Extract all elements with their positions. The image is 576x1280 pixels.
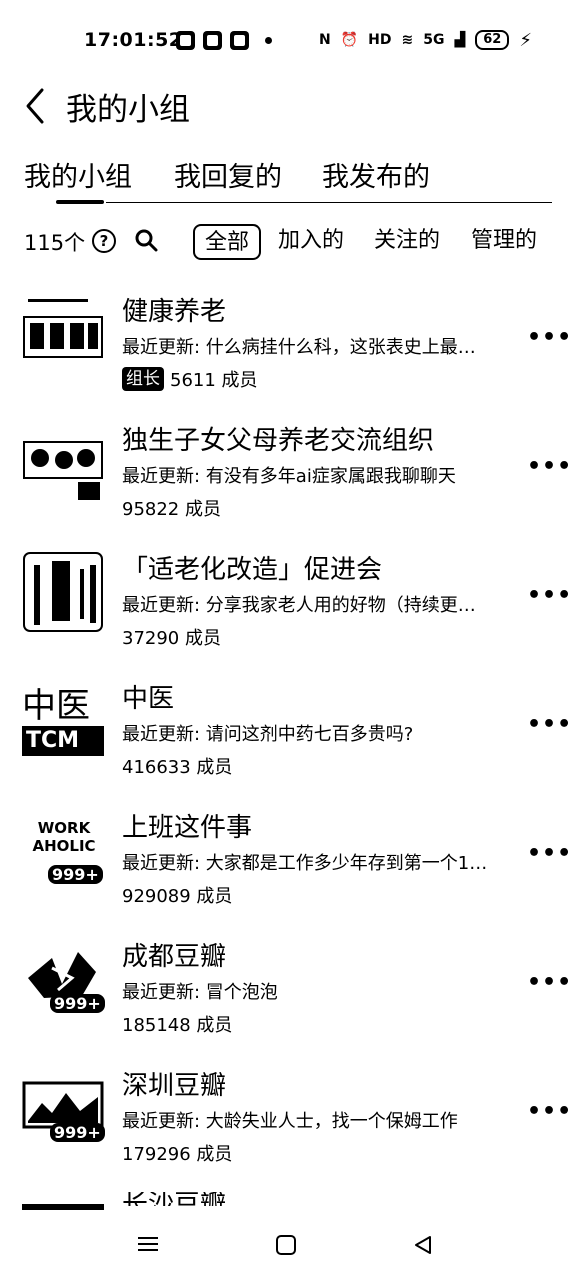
more-options-icon[interactable]: ••• xyxy=(527,714,572,736)
more-options-icon[interactable]: ••• xyxy=(527,843,572,865)
battery-icon: 62 xyxy=(475,30,510,50)
group-item[interactable]: 999+ 深圳豆瓣 最近更新: 大龄失业人士，找一个保姆工作 179296 成员… xyxy=(0,1059,576,1188)
system-icons: N ⏰ HD ≋ 5G ▟ 62 ⚡ xyxy=(319,30,532,51)
back-arrow-icon[interactable] xyxy=(22,86,50,126)
group-meta: 37290 成员 xyxy=(122,624,221,650)
group-avatar: 999+ xyxy=(22,1067,105,1149)
group-latest-update: 最近更新: 有没有多年ai症家属跟我聊聊天 xyxy=(122,466,456,487)
hd-icon: HD xyxy=(368,32,392,48)
notification-icons xyxy=(176,30,272,50)
group-item[interactable]: 「适老化改造」促进会 最近更新: 分享我家老人用的好物（持续更… 37290 成… xyxy=(0,543,576,672)
filter-joined[interactable]: 加入的 xyxy=(278,224,344,260)
page-title: 我的小组 xyxy=(66,92,190,128)
group-name: 健康养老 xyxy=(122,297,227,327)
group-meta: 组长 5611 成员 xyxy=(122,366,258,392)
alarm-icon: ⏰ xyxy=(340,32,359,48)
group-count: 115个 xyxy=(24,231,86,255)
group-avatar: WORK AHOLIC 999+ xyxy=(22,809,104,891)
group-item[interactable]: 中医 TCM 中医 最近更新: 请问这剂中药七百多贵吗? 416633 成员 •… xyxy=(0,672,576,801)
group-latest-update: 最近更新: 分享我家老人用的好物（持续更… xyxy=(122,595,476,616)
member-count: 5611 成员 xyxy=(170,370,258,391)
group-item[interactable]: 独生子女父母养老交流组织 最近更新: 有没有多年ai症家属跟我聊聊天 95822… xyxy=(0,414,576,543)
more-options-icon[interactable]: ••• xyxy=(527,585,572,607)
group-latest-update: 最近更新: 大龄失业人士，找一个保姆工作 xyxy=(122,1111,458,1132)
filter-followed[interactable]: 关注的 xyxy=(374,224,440,260)
role-badge: 组长 xyxy=(122,367,164,391)
tab-my-replies[interactable]: 我回复的 xyxy=(174,155,282,194)
tab-my-posts[interactable]: 我发布的 xyxy=(322,155,430,194)
group-latest-update: 最近更新: 冒个泡泡 xyxy=(122,982,278,1003)
more-options-icon[interactable]: ••• xyxy=(527,456,572,478)
more-options-icon[interactable]: ••• xyxy=(527,327,572,349)
status-time: 17:01:52 xyxy=(84,29,183,51)
group-avatar: 999+ xyxy=(22,938,105,1020)
group-avatar-partial xyxy=(22,1204,104,1210)
group-latest-update: 最近更新: 什么病挂什么科，这张表史上最… xyxy=(122,337,476,358)
member-count: 929089 成员 xyxy=(122,886,233,907)
group-name: 「适老化改造」促进会 xyxy=(122,555,383,585)
group-avatar xyxy=(23,441,103,500)
back-triangle-icon[interactable] xyxy=(412,1234,434,1256)
wifi-icon: ≋ xyxy=(401,32,414,48)
group-name: 中医 xyxy=(122,684,175,714)
group-meta: 185148 成员 xyxy=(122,1011,232,1037)
group-meta: 179296 成员 xyxy=(122,1140,232,1166)
tab-bar: 我的小组 我回复的 我发布的 xyxy=(0,155,576,207)
group-avatar: 中医 TCM xyxy=(22,680,104,762)
member-count: 179296 成员 xyxy=(122,1144,233,1165)
group-meta: 416633 成员 xyxy=(122,753,232,779)
help-question-icon[interactable]: ? xyxy=(92,229,116,253)
group-meta: 95822 成员 xyxy=(122,495,221,521)
app-notification-icon xyxy=(230,30,249,50)
group-name: 成都豆瓣 xyxy=(122,942,227,972)
header: 我的小组 xyxy=(0,80,576,130)
member-count: 416633 成员 xyxy=(122,757,233,778)
member-count: 95822 成员 xyxy=(122,499,221,520)
search-icon[interactable] xyxy=(134,228,160,254)
filter-bar: 115个 ? 全部 加入的 关注的 管理的 xyxy=(0,218,576,264)
member-count: 37290 成员 xyxy=(122,628,221,649)
more-notifications-dot-icon xyxy=(265,36,272,44)
group-name: 独生子女父母养老交流组织 xyxy=(122,426,435,456)
group-name: 上班这件事 xyxy=(122,813,253,843)
app-notification-icon xyxy=(176,30,195,50)
charging-icon: ⚡ xyxy=(519,29,532,51)
tab-my-groups[interactable]: 我的小组 xyxy=(24,155,132,194)
more-options-icon[interactable]: ••• xyxy=(527,1101,572,1123)
signal-icon: ▟ xyxy=(454,32,466,48)
group-meta: 929089 成员 xyxy=(122,882,232,908)
group-name: 深圳豆瓣 xyxy=(122,1071,227,1101)
member-count: 185148 成员 xyxy=(122,1015,233,1036)
group-avatar xyxy=(23,294,103,374)
filter-all[interactable]: 全部 xyxy=(193,224,262,260)
filter-managed[interactable]: 管理的 xyxy=(471,224,537,260)
recent-apps-icon[interactable] xyxy=(138,1234,160,1254)
group-item[interactable]: 健康养老 最近更新: 什么病挂什么科，这张表史上最… 组长 5611 成员 ••… xyxy=(0,285,576,414)
group-item[interactable]: 999+ 成都豆瓣 最近更新: 冒个泡泡 185148 成员 ••• xyxy=(0,930,576,1059)
group-latest-update: 最近更新: 请问这剂中药七百多贵吗? xyxy=(122,724,414,745)
group-name-partial[interactable]: 长沙豆瓣 xyxy=(122,1192,226,1206)
tab-active-indicator xyxy=(56,200,104,204)
nfc-icon: N xyxy=(319,32,331,48)
status-bar: 17:01:52 N ⏰ HD ≋ 5G ▟ 62 ⚡ xyxy=(0,22,576,58)
home-icon[interactable] xyxy=(276,1235,296,1255)
group-avatar xyxy=(23,552,103,632)
group-latest-update: 最近更新: 大家都是工作多少年存到第一个1… xyxy=(122,853,488,874)
signal-icon: 5G xyxy=(423,32,445,48)
app-notification-icon xyxy=(203,30,222,50)
system-nav-bar xyxy=(0,1224,576,1268)
tab-divider xyxy=(106,202,552,203)
more-options-icon[interactable]: ••• xyxy=(527,972,572,994)
group-item[interactable]: WORK AHOLIC 999+ 上班这件事 最近更新: 大家都是工作多少年存到… xyxy=(0,801,576,930)
